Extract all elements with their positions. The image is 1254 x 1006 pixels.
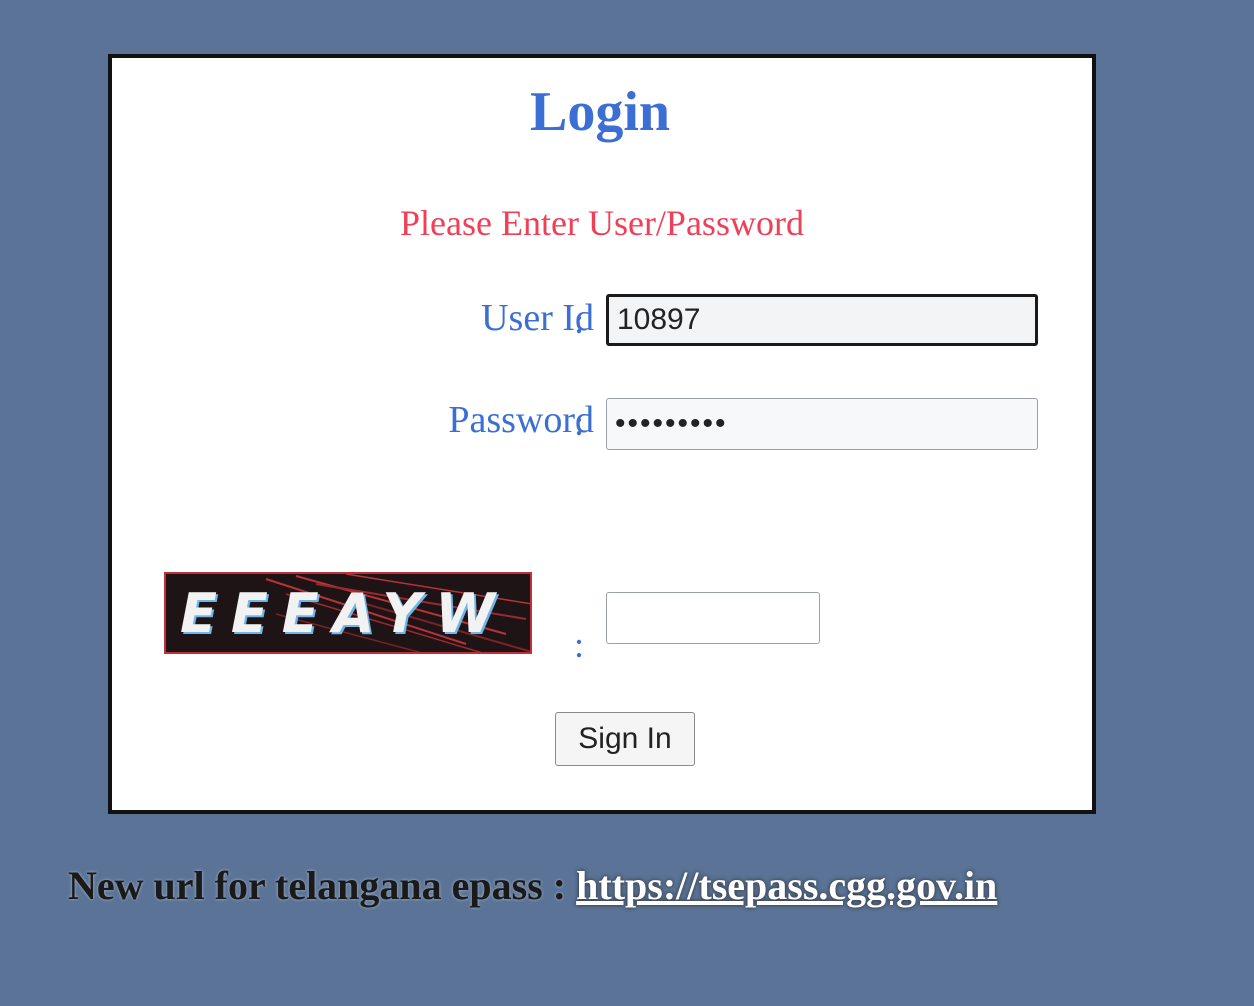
userid-colon: : [574,301,585,341]
sign-in-button[interactable]: Sign In [555,712,695,766]
captcha-colon: : [574,625,585,665]
footer-notice: New url for telangana epass : https://ts… [68,862,997,909]
footer-text: New url for telangana epass : [68,863,577,908]
password-label: Password [448,399,594,441]
password-input[interactable] [606,398,1038,450]
captcha-image: EEEAYW [164,572,532,654]
login-title: Login [529,81,671,143]
userid-input[interactable] [606,294,1038,346]
password-colon: : [574,403,585,443]
new-url-link[interactable]: https://tsepass.cgg.gov.in [576,863,997,908]
login-message: Please Enter User/Password [400,203,804,243]
captcha-input[interactable] [606,592,820,644]
login-panel: Login Please Enter User/Password User Id… [108,54,1096,814]
captcha-text: EEEAYW [180,582,509,645]
